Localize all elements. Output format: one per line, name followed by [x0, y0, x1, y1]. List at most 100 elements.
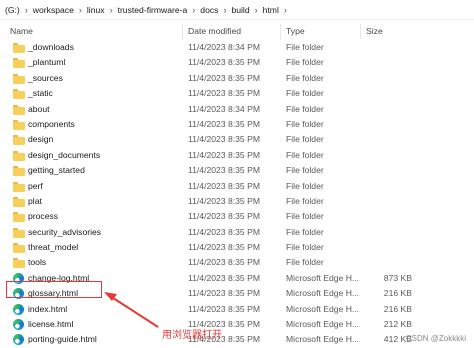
file-row[interactable]: porting-guide.html 11/4/2023 8:35 PM Micro…: [0, 332, 474, 347]
file-row[interactable]: getting_started 11/4/2023 8:35 PM File fol…: [0, 163, 474, 178]
folder-icon: [13, 196, 25, 207]
file-type: File folder: [286, 134, 324, 145]
file-row[interactable]: security_advisories 11/4/2023 8:35 PM File…: [0, 225, 474, 240]
file-size: 873 KB: [383, 272, 412, 283]
breadcrumb-workspace[interactable]: workspace: [31, 5, 76, 15]
file-row[interactable]: tools 11/4/2023 8:35 PM File folder: [0, 255, 474, 270]
highlight-box: [6, 281, 102, 298]
file-size: 212 KB: [383, 319, 412, 330]
column-header-size[interactable]: Size: [366, 26, 383, 36]
breadcrumb-linux[interactable]: linux: [85, 5, 107, 15]
file-type: File folder: [286, 118, 324, 129]
folder-icon: [13, 211, 25, 223]
file-date: 11/4/2023 8:35 PM: [188, 242, 260, 253]
breadcrumb: (G:) › workspace › linux › trusted-firmw…: [0, 0, 474, 20]
file-type: File folder: [286, 226, 324, 237]
file-row[interactable]: process 11/4/2023 8:35 PM File folder: [0, 209, 474, 224]
column-divider[interactable]: [280, 24, 281, 39]
breadcrumb-docs[interactable]: docs: [198, 5, 220, 15]
column-header-date[interactable]: Date modified: [188, 26, 241, 36]
file-type: File folder: [286, 195, 324, 206]
file-type: Microsoft Edge H...: [286, 288, 360, 299]
file-row[interactable]: components 11/4/2023 8:35 PM File folder: [0, 117, 474, 132]
column-header-name[interactable]: Name: [10, 26, 33, 36]
annotation-label: 用浏览器打开: [162, 330, 222, 341]
file-type: File folder: [286, 257, 324, 268]
breadcrumb-html[interactable]: html: [261, 5, 281, 15]
chevron-right-icon: ›: [254, 4, 258, 15]
folder-icon: [13, 134, 25, 146]
file-date: 11/4/2023 8:35 PM: [188, 226, 260, 237]
file-name: about: [28, 103, 50, 114]
file-row[interactable]: _plantuml 11/4/2023 8:35 PM File folder: [0, 55, 474, 70]
file-name: _sources: [28, 72, 63, 83]
file-size: 216 KB: [383, 303, 412, 314]
folder-icon: [13, 42, 25, 53]
column-headers: Name Date modified Type Size: [0, 22, 474, 40]
file-row[interactable]: threat_model 11/4/2023 8:35 PM File folder: [0, 240, 474, 255]
chevron-right-icon: ›: [192, 4, 196, 15]
file-row[interactable]: _downloads 11/4/2023 8:34 PM File folder: [0, 40, 474, 55]
file-type: Microsoft Edge H...: [286, 319, 360, 330]
file-name: threat_model: [28, 242, 79, 253]
file-type: File folder: [286, 180, 324, 191]
file-name: plat: [28, 195, 42, 206]
chevron-right-icon: ›: [109, 4, 113, 15]
file-date: 11/4/2023 8:35 PM: [188, 272, 260, 283]
folder-icon: [13, 242, 25, 254]
file-name: tools: [28, 257, 47, 268]
file-date: 11/4/2023 8:35 PM: [188, 88, 260, 99]
file-name: perf: [28, 180, 43, 191]
edge-icon: [13, 319, 24, 331]
file-type: File folder: [286, 42, 324, 52]
edge-icon: [13, 334, 24, 346]
file-date: 11/4/2023 8:35 PM: [188, 195, 260, 206]
column-divider[interactable]: [182, 24, 183, 39]
breadcrumb-trusted-firmware-a[interactable]: trusted-firmware-a: [116, 5, 190, 15]
file-row[interactable]: plat 11/4/2023 8:35 PM File folder: [0, 194, 474, 209]
file-date: 11/4/2023 8:35 PM: [188, 211, 260, 222]
file-row[interactable]: perf 11/4/2023 8:35 PM File folder: [0, 179, 474, 194]
file-name: design_documents: [28, 149, 101, 160]
file-name: _plantuml: [28, 57, 66, 68]
file-date: 11/4/2023 8:34 PM: [188, 42, 260, 52]
file-type: File folder: [286, 88, 324, 99]
file-row[interactable]: design_documents 11/4/2023 8:35 PM File fo…: [0, 148, 474, 163]
folder-icon: [13, 104, 25, 115]
chevron-right-icon: ›: [283, 4, 287, 15]
file-date: 11/4/2023 8:35 PM: [188, 118, 260, 129]
file-name: security_advisories: [28, 226, 102, 237]
file-type: Microsoft Edge H...: [286, 334, 360, 345]
file-size: 216 KB: [383, 288, 412, 299]
column-header-type[interactable]: Type: [286, 26, 305, 36]
file-date: 11/4/2023 8:35 PM: [188, 57, 260, 68]
file-row[interactable]: license.html 11/4/2023 8:35 PM Microsoft E…: [0, 317, 474, 332]
chevron-right-icon: ›: [223, 4, 227, 15]
file-name: components: [28, 118, 75, 129]
file-date: 11/4/2023 8:35 PM: [188, 288, 260, 299]
file-row[interactable]: design 11/4/2023 8:35 PM File folder: [0, 132, 474, 147]
breadcrumb-drive[interactable]: (G:): [3, 5, 22, 15]
file-row[interactable]: index.html 11/4/2023 8:35 PM Microsoft Edg…: [0, 302, 474, 317]
file-type: File folder: [286, 211, 324, 222]
file-type: File folder: [286, 72, 324, 83]
file-date: 11/4/2023 8:35 PM: [188, 165, 260, 176]
file-row[interactable]: about 11/4/2023 8:34 PM File folder: [0, 102, 474, 117]
file-type: File folder: [286, 149, 324, 160]
file-row[interactable]: _static 11/4/2023 8:35 PM File folder: [0, 86, 474, 101]
breadcrumb-build[interactable]: build: [229, 5, 251, 15]
file-type: File folder: [286, 242, 324, 253]
file-type: File folder: [286, 165, 324, 176]
column-divider[interactable]: [360, 24, 361, 39]
file-name: _downloads: [28, 42, 74, 52]
folder-icon: [13, 181, 25, 192]
file-list: _downloads 11/4/2023 8:34 PM File folder _p…: [0, 40, 474, 348]
watermark: CSDN @Zokkkki: [405, 334, 466, 343]
folder-icon: [13, 227, 25, 238]
file-row[interactable]: _sources 11/4/2023 8:35 PM File folder: [0, 71, 474, 86]
edge-icon: [13, 303, 24, 315]
folder-icon: [13, 150, 25, 161]
file-date: 11/4/2023 8:34 PM: [188, 103, 260, 114]
file-name: license.html: [28, 319, 74, 330]
file-date: 11/4/2023 8:35 PM: [188, 180, 260, 191]
